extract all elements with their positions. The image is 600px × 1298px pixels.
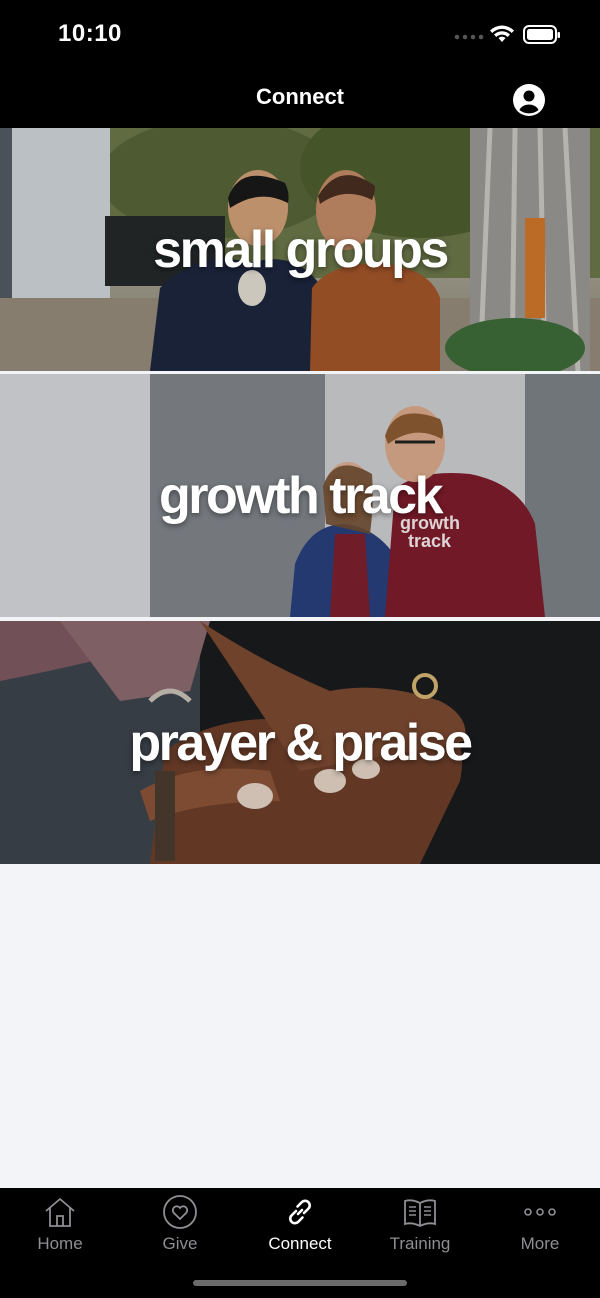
home-icon [45,1197,75,1227]
growth-track-label: growth track [158,466,444,525]
wifi-icon [490,25,514,42]
growth-track-banner[interactable]: growth track growth track [0,374,600,617]
prayer-praise-label: prayer & praise [129,713,473,772]
more-icon [524,1208,556,1216]
tab-home[interactable]: Home [0,1188,120,1268]
tab-give[interactable]: Give [120,1188,240,1268]
cellular-signal-icon [454,34,484,40]
prayer-praise-banner[interactable]: prayer & praise [0,621,600,864]
tab-more[interactable]: More [480,1188,600,1268]
tab-training-label: Training [389,1234,451,1253]
navigation-bar: Connect [0,70,600,128]
status-icons [454,25,560,44]
banner-divider [0,617,600,620]
tab-connect[interactable]: Connect [240,1188,360,1268]
tab-connect-label: Connect [268,1234,332,1253]
page-title: Connect [256,84,344,109]
tab-give-label: Give [162,1234,198,1253]
small-groups-label: small groups [153,220,449,279]
small-groups-banner[interactable]: small groups [0,128,600,371]
book-icon [404,1199,436,1228]
profile-icon[interactable] [512,83,546,117]
heart-icon [163,1195,197,1229]
home-indicator[interactable] [193,1280,407,1286]
tab-training[interactable]: Training [360,1188,480,1268]
status-time: 10:10 [58,20,122,47]
tab-more-label: More [520,1234,560,1253]
link-icon [289,1199,311,1225]
battery-icon [523,25,560,44]
tab-home-label: Home [37,1234,83,1253]
status-bar: 10:10 [0,0,600,70]
